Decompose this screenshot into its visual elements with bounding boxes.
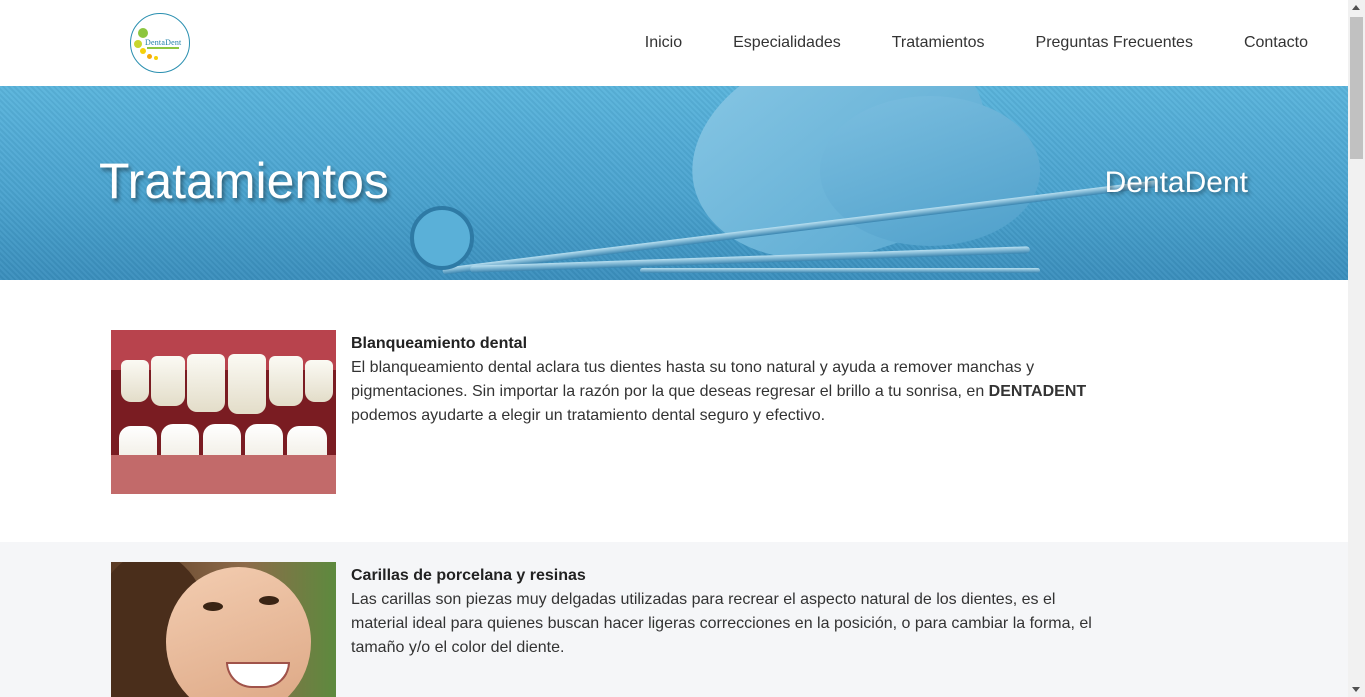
nav-preguntas-frecuentes[interactable]: Preguntas Frecuentes: [1036, 34, 1193, 52]
eye-shape: [259, 596, 279, 605]
description-brand: DENTADENT: [988, 383, 1087, 400]
page-banner: Tratamientos DentaDent: [0, 86, 1348, 280]
tooth-shape: [121, 360, 149, 402]
teeth-whitening-image: [111, 330, 336, 494]
porcelain-veneers-image: [111, 562, 336, 697]
main-nav: Inicio Especialidades Tratamientos Pregu…: [594, 0, 1308, 86]
nav-contacto[interactable]: Contacto: [1244, 34, 1308, 52]
treatment-text: Blanqueamiento dental El blanqueamiento …: [351, 332, 1111, 428]
nav-especialidades[interactable]: Especialidades: [733, 34, 841, 52]
logo-dot: [140, 48, 146, 54]
eye-shape: [203, 602, 223, 611]
lip-shape: [111, 455, 336, 494]
treatment-title: Carillas de porcelana y resinas: [351, 567, 586, 584]
logo-underline: [147, 47, 179, 49]
treatment-text: Carillas de porcelana y resinas Las cari…: [351, 564, 1111, 660]
description-text: podemos ayudarte a elegir un tratamiento…: [351, 407, 826, 424]
dental-mirror-image: [410, 206, 474, 270]
tooth-shape: [228, 354, 266, 414]
logo-wordmark: DentaDent: [145, 38, 182, 47]
page-title: Tratamientos: [99, 153, 389, 209]
tooth-shape: [305, 360, 333, 402]
scrollbar-thumb[interactable]: [1350, 17, 1363, 159]
tooth-shape: [269, 356, 303, 406]
banner-brand: DentaDent: [1104, 166, 1248, 199]
dental-instrument-image: [640, 268, 1040, 273]
logo-dot: [134, 40, 142, 48]
nav-inicio[interactable]: Inicio: [645, 34, 682, 52]
description-text: El blanqueamiento dental aclara tus dien…: [351, 359, 1035, 400]
logo-dot: [154, 56, 158, 60]
tooth-shape: [151, 356, 185, 406]
scroll-down-arrow-icon[interactable]: [1352, 687, 1360, 692]
nav-tratamientos[interactable]: Tratamientos: [892, 34, 985, 52]
dentadent-logo[interactable]: DentaDent: [130, 13, 190, 73]
treatment-item: Carillas de porcelana y resinas Las cari…: [0, 542, 1348, 697]
logo-dot: [147, 54, 152, 59]
treatment-title: Blanqueamiento dental: [351, 335, 528, 352]
logo-dot: [138, 28, 148, 38]
treatment-description: El blanqueamiento dental aclara tus dien…: [351, 356, 1111, 428]
page: DentaDent Inicio Especialidades Tratamie…: [0, 0, 1348, 697]
treatment-description: Las carillas son piezas muy delgadas uti…: [351, 591, 1092, 656]
scroll-up-arrow-icon[interactable]: [1352, 5, 1360, 10]
site-header: DentaDent Inicio Especialidades Tratamie…: [0, 0, 1348, 86]
tooth-shape: [187, 354, 225, 412]
vertical-scrollbar[interactable]: [1348, 0, 1365, 697]
treatment-item: Blanqueamiento dental El blanqueamiento …: [0, 280, 1348, 542]
